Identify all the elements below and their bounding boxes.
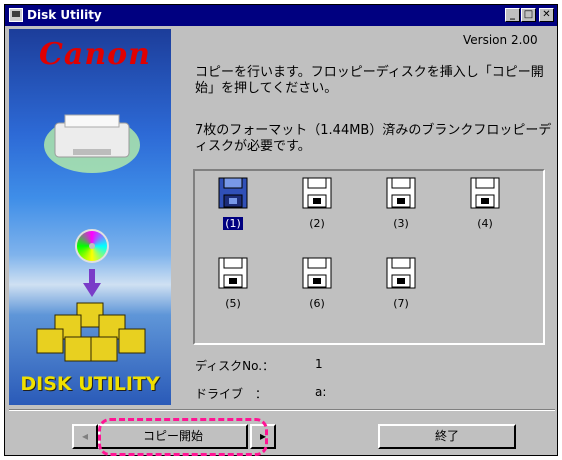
disk-label: (4) bbox=[477, 217, 493, 230]
floppy-disk-icon bbox=[218, 177, 248, 209]
window-title: Disk Utility bbox=[27, 8, 102, 22]
floppy-disk-icon bbox=[386, 257, 416, 289]
printer-icon bbox=[44, 114, 140, 173]
disk-number-label: ディスクNo.： bbox=[195, 359, 275, 373]
floppy-disk-icon bbox=[302, 177, 332, 209]
cd-icon bbox=[75, 229, 109, 263]
divider bbox=[9, 409, 555, 411]
instruction-text: コピーを行います。フロッピーディスクを挿入し「コピー開始」を押してください。 bbox=[195, 65, 544, 96]
drive-value: a: bbox=[315, 385, 327, 399]
disk-label: (6) bbox=[309, 297, 325, 310]
disk-item-2[interactable]: (2) bbox=[293, 177, 341, 231]
disk-item-5[interactable]: (5) bbox=[209, 257, 257, 311]
disk-item-1[interactable]: (1) bbox=[209, 177, 257, 231]
disk-item-3[interactable]: (3) bbox=[377, 177, 425, 231]
disk-utility-banner: DISK UTILITY bbox=[20, 373, 160, 395]
app-icon[interactable] bbox=[9, 8, 23, 22]
floppy-disk-icon bbox=[470, 177, 500, 209]
version-label: Version 2.00 bbox=[463, 33, 538, 47]
title-bar[interactable]: Disk Utility _ □ ✕ bbox=[5, 5, 557, 26]
disk-label: (1) bbox=[223, 217, 243, 230]
canon-logo: Canon bbox=[39, 37, 151, 72]
floppy-disk-icon bbox=[386, 177, 416, 209]
floppy-stack-icon bbox=[36, 302, 146, 362]
disk-item-4[interactable]: (4) bbox=[461, 177, 509, 231]
copy-start-button[interactable]: コピー開始 bbox=[98, 424, 248, 449]
disk-utility-window: Disk Utility _ □ ✕ Canon DISK UTILITY Ve… bbox=[4, 4, 558, 456]
disk-item-6[interactable]: (6) bbox=[293, 257, 341, 311]
close-icon[interactable]: ✕ bbox=[539, 8, 554, 22]
maximize-icon[interactable]: □ bbox=[521, 8, 536, 22]
quit-button[interactable]: 終了 bbox=[378, 424, 516, 449]
minimize-icon[interactable]: _ bbox=[505, 8, 520, 22]
disk-label: (3) bbox=[393, 217, 409, 230]
sidebar-artwork: Canon DISK UTILITY bbox=[9, 29, 171, 405]
disk-item-7[interactable]: (7) bbox=[377, 257, 425, 311]
floppy-disk-icon bbox=[218, 257, 248, 289]
disk-number-value: 1 bbox=[315, 357, 323, 371]
disk-label: (2) bbox=[309, 217, 325, 230]
arrow-down-icon bbox=[83, 269, 101, 297]
disk-label: (5) bbox=[225, 297, 241, 310]
disk-label: (7) bbox=[393, 297, 409, 310]
disk-list: (1) (2) (3) (4) (5) (6) (7) bbox=[193, 169, 545, 345]
floppy-disk-icon bbox=[302, 257, 332, 289]
previous-button[interactable]: ◂ bbox=[72, 424, 98, 449]
requirement-text: 7枚のフォーマット（1.44MB）済みのブランクフロッピーディスクが必要です。 bbox=[195, 123, 552, 154]
drive-label: ドライブ ： bbox=[195, 387, 268, 401]
next-button[interactable]: ▸ bbox=[250, 424, 276, 449]
